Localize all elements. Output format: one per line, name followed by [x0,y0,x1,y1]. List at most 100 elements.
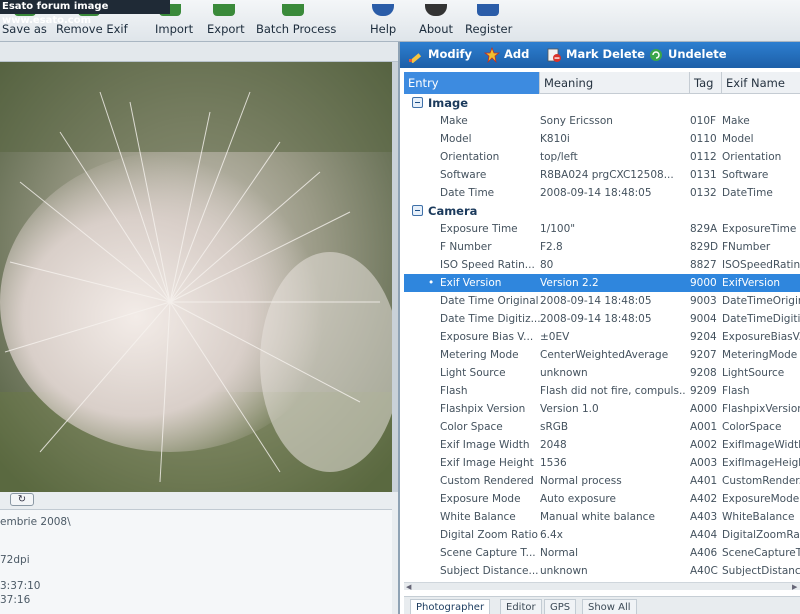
cell-meaning: Normal process [540,475,622,487]
cell-meaning: K810i [540,133,570,145]
export-button[interactable]: Export [207,0,247,40]
table-row[interactable]: ISO Speed Ratin... 80 8827 ISOSpeedRatin… [404,256,800,274]
column-entry[interactable]: Entry [404,72,540,94]
table-row[interactable]: Exposure Mode Auto exposure A402 Exposur… [404,490,800,508]
cell-entry: Exposure Bias V... [440,331,534,343]
cell-entry: Custom Rendered [440,475,534,487]
group-camera[interactable]: Camera [404,202,800,220]
image-preview-panel: ↻ embrie 2008\ 72dpi 3:37:10 37:16 [0,42,398,614]
table-row[interactable]: Model K810i 0110 Model [404,130,800,148]
table-row[interactable]: Metering Mode CenterWeightedAverage 9207… [404,346,800,364]
cell-meaning: Sony Ericsson [540,115,613,127]
cell-tag: A40C [690,565,718,577]
cell-meaning: 2008-09-14 18:48:05 [540,187,652,199]
column-meaning[interactable]: Meaning [540,72,690,94]
help-button[interactable]: Help [370,0,400,40]
cell-exif-name: ExifImageWidth [722,439,800,451]
cell-meaning: F2.8 [540,241,563,253]
batch-process-button[interactable]: Batch Process [256,0,336,40]
register-button[interactable]: Register [465,0,515,40]
table-row[interactable]: Date Time Original 2008-09-14 18:48:05 9… [404,292,800,310]
cell-entry: F Number [440,241,492,253]
batch-process-icon [282,4,304,16]
cell-exif-name: DateTimeDigitiz... [722,313,800,325]
tab-gps[interactable]: GPS [544,599,577,614]
register-icon [477,4,499,16]
cell-tag: 010F [690,115,717,127]
cell-entry: Date Time Digitiz... [440,313,540,325]
undelete-label: Undelete [668,47,727,61]
cell-exif-name: Software [722,169,769,181]
table-row[interactable]: Make Sony Ericsson 010F Make [404,112,800,130]
table-row[interactable]: Software R8BA024 prgCXC12508... 0131 Sof… [404,166,800,184]
table-row[interactable]: Subject Distance... unknown A40C Subject… [404,562,800,580]
cell-exif-name: LightSource [722,367,785,379]
cell-meaning: 80 [540,259,554,271]
cell-entry: Exif Image Width [440,439,530,451]
group-image-label: Image [428,96,469,110]
horizontal-scrollbar[interactable]: ◀ ▶ [404,582,800,591]
cell-meaning: top/left [540,151,578,163]
table-row[interactable]: Flash Flash did not fire, compuls... 920… [404,382,800,400]
column-exif-name[interactable]: Exif Name [722,72,800,94]
column-tag[interactable]: Tag [690,72,722,94]
rotate-button[interactable]: ↻ [10,493,34,506]
cell-exif-name: Orientation [722,151,782,163]
help-icon [372,4,394,16]
scroll-left-icon[interactable]: ◀ [406,583,411,591]
collapse-icon[interactable] [412,97,423,108]
cell-entry: Exif Version [440,277,502,289]
tab-photographer[interactable]: Photographer [410,599,491,614]
photo-preview [0,62,392,492]
cell-tag: 9207 [690,349,717,361]
add-button[interactable]: Add [484,46,529,64]
tab-editor[interactable]: Editor [500,599,542,614]
table-row[interactable]: Exposure Time 1/100" 829A ExposureTime [404,220,800,238]
cell-meaning: R8BA024 prgCXC12508... [540,169,674,181]
cell-entry: Light Source [440,367,506,379]
group-camera-label: Camera [428,204,478,218]
table-row[interactable]: Light Source unknown 9208 LightSource [404,364,800,382]
table-row[interactable]: Date Time Digitiz... 2008-09-14 18:48:05… [404,310,800,328]
modify-label: Modify [428,47,473,61]
register-label: Register [465,22,513,36]
about-label: About [419,22,454,36]
cell-entry: Orientation [440,151,500,163]
cell-entry: Metering Mode [440,349,519,361]
cell-exif-name: SceneCaptureT... [722,547,800,559]
action-bar: Modify Add Mark Delete Undelete [400,42,800,68]
preview-header [0,42,398,62]
cell-tag: 9208 [690,367,717,379]
table-row[interactable]: White Balance Manual white balance A403 … [404,508,800,526]
table-row[interactable]: Orientation top/left 0112 Orientation [404,148,800,166]
cell-tag: A000 [690,403,718,415]
table-row[interactable]: Exposure Bias V... ±0EV 9204 ExposureBia… [404,328,800,346]
cell-tag: A401 [690,475,718,487]
scroll-right-icon[interactable]: ▶ [792,583,797,591]
table-row[interactable]: Exif Image Height 1536 A003 ExifImageHei… [404,454,800,472]
mark-delete-button[interactable]: Mark Delete [546,46,645,64]
table-row[interactable]: Date Time 2008-09-14 18:48:05 0132 DateT… [404,184,800,202]
table-row[interactable]: Exif Image Width 2048 A002 ExifImageWidt… [404,436,800,454]
add-star-icon [484,47,500,63]
info-line-time-1: 3:37:10 [0,580,41,592]
cell-tag: 9209 [690,385,717,397]
cell-entry: Flashpix Version [440,403,526,415]
collapse-icon[interactable] [412,205,423,216]
table-row[interactable]: F Number F2.8 829D FNumber [404,238,800,256]
help-label: Help [370,22,397,36]
about-button[interactable]: About [419,0,455,40]
table-row[interactable]: Scene Capture T... Normal A406 SceneCapt… [404,544,800,562]
tab-show-all[interactable]: Show All [582,599,637,614]
undelete-button[interactable]: Undelete [648,46,728,64]
table-row[interactable]: Custom Rendered Normal process A401 Cust… [404,472,800,490]
modify-button[interactable]: Modify [408,46,473,64]
info-line-dpi: 72dpi [0,554,30,566]
cell-tag: A406 [690,547,718,559]
cell-exif-name: Make [722,115,750,127]
table-row[interactable]: Digital Zoom Ratio 6.4x A404 DigitalZoom… [404,526,800,544]
table-row[interactable]: Color Space sRGB A001 ColorSpace [404,418,800,436]
table-row[interactable]: Flashpix Version Version 1.0 A000 Flashp… [404,400,800,418]
table-row-selected[interactable]: • Exif Version Version 2.2 9000 ExifVers… [404,274,800,292]
group-image[interactable]: Image [404,94,800,112]
